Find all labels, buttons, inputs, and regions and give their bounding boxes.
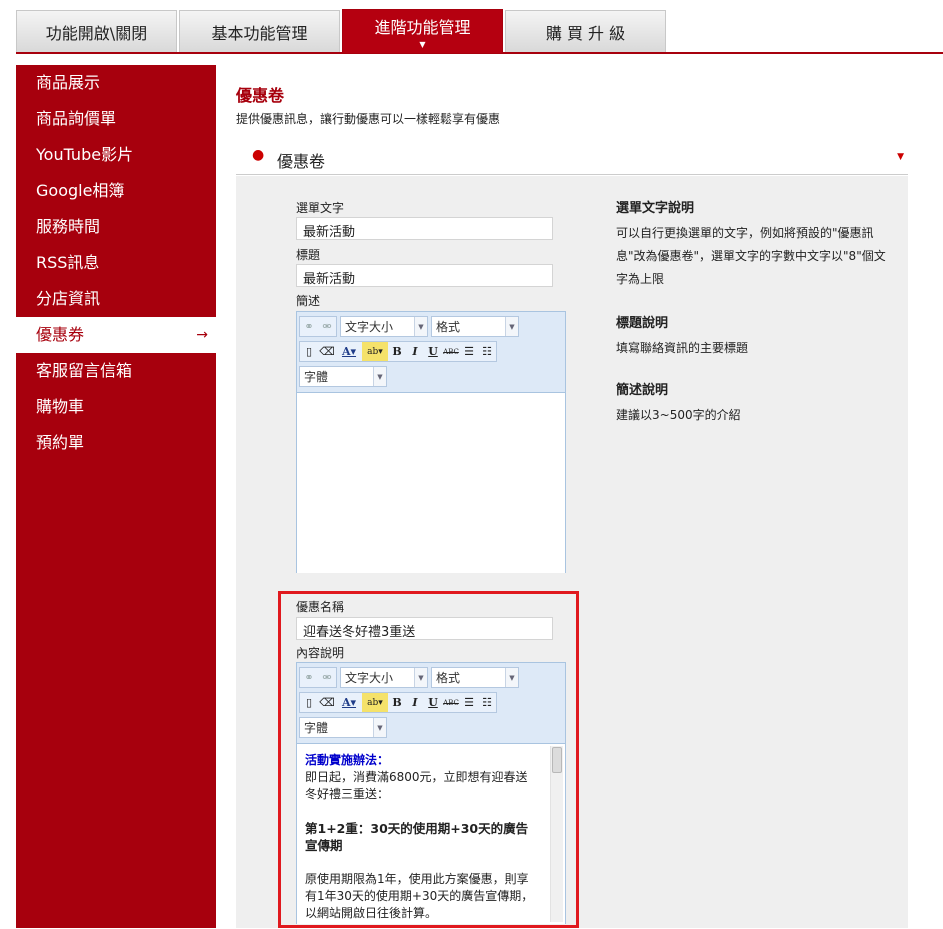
- section-header: ● 優惠卷 ▼: [236, 141, 908, 175]
- sidebar-item-youtube[interactable]: YouTube影片: [16, 137, 216, 173]
- format-select[interactable]: 格式 ▼: [431, 316, 519, 337]
- sidebar-item-branches[interactable]: 分店資訊: [16, 281, 216, 317]
- page-description: 提供優惠訊息，讓行動優惠可以一樣輕鬆享有優惠: [236, 112, 501, 126]
- unlink-icon[interactable]: ⚮: [318, 317, 336, 336]
- page-title: 優惠卷: [236, 86, 285, 105]
- underline-button[interactable]: U: [424, 342, 442, 361]
- sidebar-item-booking[interactable]: 預約單: [16, 425, 216, 461]
- sidebar-item-rss[interactable]: RSS訊息: [16, 245, 216, 281]
- tab-feature-toggle[interactable]: 功能開啟\關閉: [16, 10, 177, 52]
- sidebar-item-service-hours[interactable]: 服務時間: [16, 209, 216, 245]
- help-summary: 簡述說明 建議以3~500字的介紹: [616, 383, 741, 422]
- text-color-icon[interactable]: A▾: [336, 342, 362, 361]
- menu-text-label: 選單文字: [296, 201, 345, 215]
- bold-button[interactable]: B: [388, 342, 406, 361]
- help-title: 標題說明 填寫聯絡資訊的主要標題: [616, 316, 749, 355]
- link-icon[interactable]: ⚭: [300, 317, 318, 336]
- chevron-down-icon: ▼: [505, 317, 518, 336]
- arrow-right-icon: →: [196, 327, 208, 343]
- numbered-list-icon[interactable]: ☷: [478, 342, 496, 361]
- bullet-list-icon[interactable]: ☰: [460, 342, 478, 361]
- sidebar-item-google-album[interactable]: Google相簿: [16, 173, 216, 209]
- editor-toolbar: ⚭ ⚮ 文字大小 ▼ 格式 ▼ ▯ ⌫ A▾ ab▾ B I U ABC ☰ ☷ 字體…: [297, 312, 565, 393]
- font-size-select[interactable]: 文字大小 ▼: [340, 316, 428, 337]
- collapse-toggle-icon[interactable]: ▼: [897, 152, 904, 162]
- summary-editor-area[interactable]: [297, 393, 565, 573]
- sidebar-item-products[interactable]: 商品展示: [16, 65, 216, 101]
- italic-button[interactable]: I: [406, 342, 424, 361]
- sidebar: 商品展示 商品詢價單 YouTube影片 Google相簿 服務時間 RSS訊息…: [16, 65, 216, 928]
- chevron-down-icon: ▼: [414, 317, 427, 336]
- strikethrough-button[interactable]: ABC: [442, 342, 460, 361]
- section-title: 優惠卷: [277, 152, 326, 171]
- tab-basic-management[interactable]: 基本功能管理: [179, 10, 340, 52]
- bullet-icon: ●: [252, 147, 265, 163]
- sidebar-item-cart[interactable]: 購物車: [16, 389, 216, 425]
- chevron-down-icon: ▼: [373, 367, 386, 386]
- tab-purchase-upgrade[interactable]: 購 買 升 級: [505, 10, 666, 52]
- top-tab-bar: 功能開啟\關閉 基本功能管理 進階功能管理 ▼ 購 買 升 級: [16, 9, 943, 54]
- new-document-icon[interactable]: ▯: [300, 342, 318, 361]
- sidebar-item-message-box[interactable]: 客服留言信箱: [16, 353, 216, 389]
- highlight-color-icon[interactable]: ab▾: [362, 342, 388, 361]
- highlight-box: [278, 591, 579, 928]
- sidebar-item-inquiry[interactable]: 商品詢價單: [16, 101, 216, 137]
- summary-label: 簡述: [296, 294, 321, 308]
- caret-down-icon: ▼: [419, 40, 426, 49]
- sidebar-item-coupons[interactable]: 優惠券 →: [16, 317, 216, 353]
- title-label: 標題: [296, 248, 321, 262]
- eraser-icon[interactable]: ⌫: [318, 342, 336, 361]
- title-input[interactable]: 最新活動: [296, 264, 553, 287]
- menu-text-input[interactable]: 最新活動: [296, 217, 553, 240]
- tab-advanced-management[interactable]: 進階功能管理 ▼: [342, 9, 503, 53]
- help-menu-text: 選單文字說明 可以自行更換選單的文字，例如將預設的"優惠訊息"改為優惠卷"，選單…: [616, 201, 886, 286]
- font-family-select[interactable]: 字體 ▼: [299, 366, 387, 387]
- summary-editor: ⚭ ⚮ 文字大小 ▼ 格式 ▼ ▯ ⌫ A▾ ab▾ B I U ABC ☰ ☷ 字體…: [296, 311, 566, 573]
